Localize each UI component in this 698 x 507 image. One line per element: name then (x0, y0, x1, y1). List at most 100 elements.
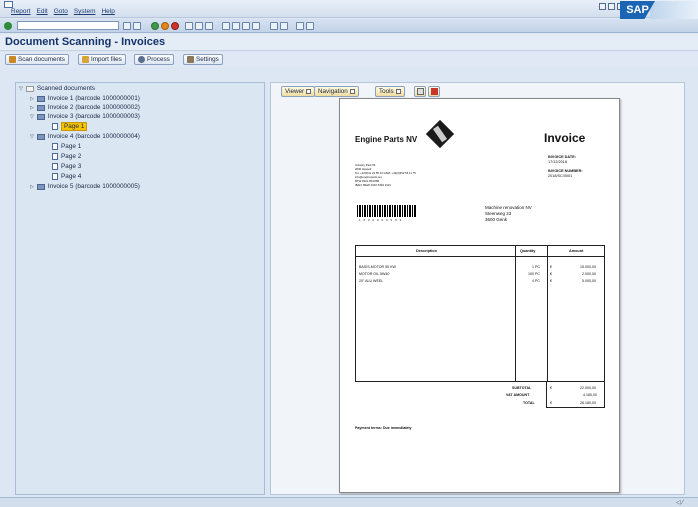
tree-root[interactable]: ▽ Scanned documents (19, 84, 95, 93)
invoice-date-label: INVOICE DATE: (548, 155, 576, 159)
previous-page-icon[interactable] (232, 22, 240, 30)
toolbar-group-pages (222, 22, 260, 30)
document-stack-icon (36, 183, 45, 190)
tree-item-invoice-4[interactable]: ▽ Invoice 4 (barcode 1000000004) (30, 132, 140, 141)
recipient-line: Steenweg 23 (485, 211, 512, 216)
cancel-icon[interactable] (171, 22, 179, 30)
page-icon (52, 143, 58, 150)
menu-report[interactable]: Report (11, 8, 31, 15)
page-icon (52, 123, 58, 130)
tree-item-invoice-4-page-4[interactable]: Page 4 (52, 172, 81, 181)
tree-item-invoice-1[interactable]: ▷ Invoice 1 (barcode 1000000001) (30, 94, 140, 103)
tree-item-invoice-3[interactable]: ▽ Invoice 3 (barcode 1000000003) (30, 112, 140, 121)
collapse-icon[interactable]: ▽ (30, 134, 34, 140)
line-amount: 5.000,00 (582, 279, 596, 283)
tree-item-invoice-4-page-1[interactable]: Page 1 (52, 142, 81, 151)
dropdown-icon (349, 89, 355, 94)
expand-icon[interactable]: ▷ (30, 105, 34, 111)
process-icon (138, 56, 145, 63)
line-amount: 2.000,00 (582, 272, 596, 276)
tree-item-invoice-4-page-3[interactable]: Page 3 (52, 162, 81, 171)
enter-icon[interactable] (4, 22, 12, 30)
invoice-number-label: INVOICE NUMBER: (548, 169, 583, 173)
expand-icon[interactable]: ▷ (30, 96, 34, 102)
help-icon[interactable] (296, 22, 304, 30)
menu-help[interactable]: Help (101, 8, 114, 15)
table-header-row (356, 246, 604, 257)
back-icon[interactable] (151, 22, 159, 30)
layout-icon[interactable] (306, 22, 314, 30)
invoice-heading: Invoice (544, 131, 586, 145)
folder-icon (25, 85, 34, 92)
collapse-icon[interactable]: ▽ (19, 86, 23, 92)
toolbar-group-1 (123, 22, 141, 30)
tree-item-label: Page 1 (61, 122, 88, 131)
barcode-text: 1 0 0 0 0 0 0 0 0 3 (359, 218, 403, 222)
tree-item-invoice-2[interactable]: ▷ Invoice 2 (barcode 1000000002) (30, 103, 140, 112)
document-viewer: Viewer Navigation Tools Engine Parts NV … (270, 82, 685, 495)
line-currency: € (550, 279, 552, 283)
command-field[interactable] (17, 21, 119, 30)
shortcut-icon[interactable] (280, 22, 288, 30)
viewer-menu-label: Viewer (285, 88, 305, 95)
navigation-menu-label: Navigation (318, 88, 348, 95)
status-bar: ◁ ⁄ (0, 497, 698, 507)
column-divider (515, 246, 516, 381)
total-label: TOTAL (523, 401, 535, 405)
copy-page-button[interactable] (414, 86, 426, 97)
tree-item-invoice-3-page-1[interactable]: Page 1 (52, 122, 88, 131)
toolbar-group-session (270, 22, 288, 30)
navigation-menu-button[interactable]: Navigation (314, 86, 359, 97)
column-header-description: Description (416, 249, 437, 253)
last-page-icon[interactable] (252, 22, 260, 30)
print-icon[interactable] (185, 22, 193, 30)
line-qty: 100 PC (528, 272, 540, 276)
process-button[interactable]: Process (134, 54, 174, 65)
find-next-icon[interactable] (205, 22, 213, 30)
dropdown-icon (306, 89, 312, 94)
scanner-icon (9, 56, 16, 63)
new-session-icon[interactable] (270, 22, 278, 30)
exit-icon[interactable] (161, 22, 169, 30)
sender-line: IBAN: BE20 0140 5493 2101 (355, 183, 391, 187)
menu-goto[interactable]: Goto (54, 8, 68, 15)
application-toolbar: Scan documents Import files Process Sett… (0, 52, 698, 67)
history-icon[interactable] (123, 22, 131, 30)
tools-menu-button[interactable]: Tools (375, 86, 405, 97)
pdf-button[interactable] (428, 86, 440, 97)
app-menu-icon[interactable] (4, 1, 13, 8)
scanned-documents-tree[interactable]: ▽ Scanned documents ▷ Invoice 1 (barcode… (15, 82, 265, 495)
tree-item-label: Page 2 (61, 153, 82, 160)
save-icon[interactable] (133, 22, 141, 30)
menu-edit[interactable]: Edit (37, 8, 48, 15)
sap-banner (650, 1, 698, 19)
tree-item-invoice-4-page-2[interactable]: Page 2 (52, 152, 81, 161)
subtotal-currency: € (550, 386, 552, 390)
maximize-icon[interactable] (608, 3, 615, 10)
collapse-icon[interactable]: ▽ (30, 114, 34, 120)
invoice-number-value: 2018/SC/0001 (548, 174, 573, 178)
pdf-icon (430, 88, 438, 95)
menu-system[interactable]: System (74, 8, 96, 15)
next-page-icon[interactable] (242, 22, 250, 30)
vat-value: 4.180,00 (583, 393, 597, 397)
scan-documents-button[interactable]: Scan documents (5, 54, 69, 65)
document-stack-icon (36, 133, 45, 140)
page-icon (52, 173, 58, 180)
status-resize-grip-icon[interactable]: ◁ ⁄ (676, 499, 683, 506)
settings-button[interactable]: Settings (183, 54, 223, 65)
viewer-menu-button[interactable]: Viewer (281, 86, 316, 97)
invoice-date-value: 17/12/2018 (548, 160, 568, 164)
tree-item-invoice-5[interactable]: ▷ Invoice 5 (barcode 1000000005) (30, 182, 140, 191)
import-files-button[interactable]: Import files (78, 54, 126, 65)
find-icon[interactable] (195, 22, 203, 30)
expand-icon[interactable]: ▷ (30, 184, 34, 190)
minimize-icon[interactable] (599, 3, 606, 10)
total-currency: € (550, 401, 552, 405)
first-page-icon[interactable] (222, 22, 230, 30)
settings-icon (187, 56, 194, 63)
page-title: Document Scanning - Invoices (5, 36, 166, 48)
toolbar-group-help (296, 22, 314, 30)
vat-label: VAT AMOUNT (506, 393, 530, 397)
tree-item-label: Page 4 (61, 173, 82, 180)
